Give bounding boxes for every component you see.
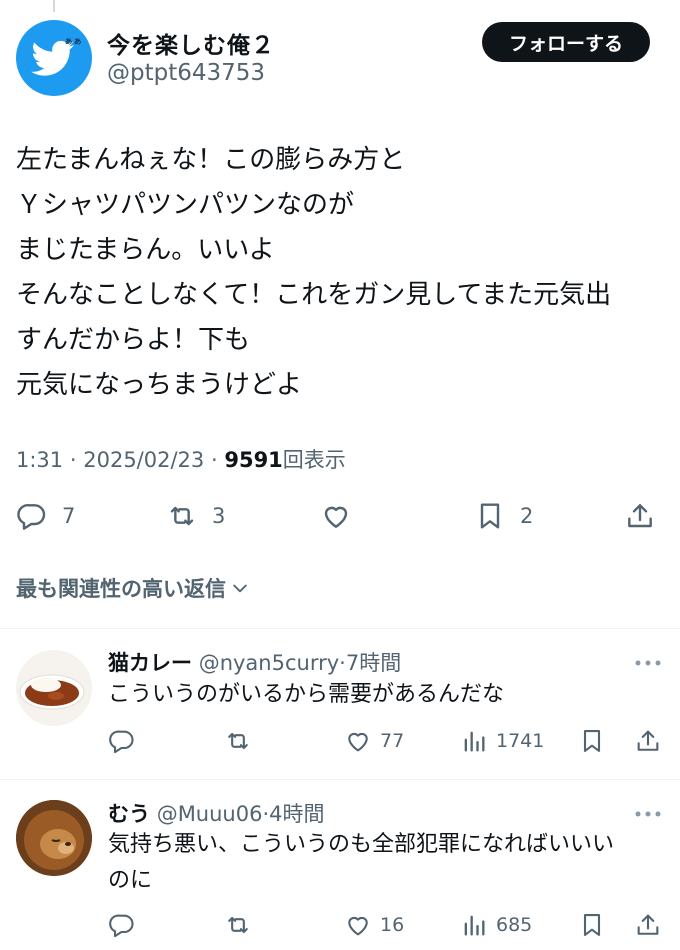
reply-text: 気持ち悪い、こういうのも全部犯罪になればいいい のに: [108, 827, 658, 899]
reply-item[interactable]: むう @Muuu06·4時間 気持ち悪い、こういうのも全部犯罪になればいいい の…: [0, 780, 680, 950]
author-handle[interactable]: @ptpt643753: [107, 60, 265, 86]
author-name[interactable]: 今を楽しむ俺２: [107, 26, 275, 60]
retweet-icon: [228, 916, 248, 934]
views-button[interactable]: 685: [460, 909, 532, 941]
more-options-icon[interactable]: [634, 658, 662, 668]
analytics-icon: [464, 915, 485, 936]
reply-count: 7: [62, 504, 76, 528]
reply-text: こういうのがいるから需要があるんだな: [108, 677, 658, 713]
retweet-icon: [228, 732, 248, 750]
bookmark-button[interactable]: [578, 909, 606, 941]
avatar[interactable]: [16, 800, 92, 876]
tweet-text-line: そんなことしなくて！これをガン見してまた元気出: [16, 280, 612, 310]
reply-author-name[interactable]: むう: [108, 802, 150, 826]
reply-time[interactable]: 7時間: [346, 651, 401, 675]
svg-text:ぁぁ: ぁぁ: [64, 37, 82, 47]
reply-sort-dropdown[interactable]: 最も関連性の高い返信: [16, 573, 250, 603]
reply-sort-label: 最も関連性の高い返信: [16, 577, 226, 601]
reply-button[interactable]: [108, 909, 136, 941]
bookmark-button[interactable]: 2: [474, 496, 533, 536]
reply-author-handle[interactable]: @nyan5curry: [199, 651, 339, 675]
share-icon: [628, 504, 652, 528]
reply-icon: [109, 914, 134, 938]
reply-actions: 16 685: [108, 909, 664, 941]
follow-button[interactable]: フォローする: [482, 22, 650, 62]
reply-button[interactable]: [108, 725, 136, 757]
retweet-count: 3: [212, 504, 226, 528]
reply-author-handle[interactable]: @Muuu06: [157, 802, 263, 826]
share-button[interactable]: [624, 496, 656, 536]
heart-icon: [324, 506, 348, 528]
reply-header: 猫カレー @nyan5curry·7時間: [108, 647, 401, 677]
tweet-text: 左たまんねぇな！この膨らみ方と Ｙシャツパツンパツンなのが まじたまらん。いいよ…: [16, 138, 664, 408]
views-button[interactable]: 1741: [460, 725, 544, 757]
reply-icon: [109, 730, 134, 754]
like-button[interactable]: 16: [344, 909, 404, 941]
view-count-label: 回表示: [282, 448, 346, 472]
heart-icon: [348, 732, 368, 752]
avatar[interactable]: [16, 650, 92, 726]
reply-item[interactable]: 猫カレー @nyan5curry·7時間 こういうのがいるから需要があるんだな …: [0, 629, 680, 779]
tweet-text-line: すんだからよ！下も: [16, 325, 251, 355]
retweet-button[interactable]: 3: [166, 496, 225, 536]
tweet-time[interactable]: 1:31: [16, 448, 63, 472]
reply-text-line: 気持ち悪い、こういうのも全部犯罪になればいいい: [108, 832, 615, 857]
tweet-text-line: 左たまんねぇな！この膨らみ方と: [16, 145, 406, 175]
meta-separator: ·: [69, 448, 77, 472]
view-count: 1741: [496, 730, 545, 752]
thread-line: [53, 0, 55, 12]
view-count: 9591: [224, 448, 283, 472]
reply-button[interactable]: 7: [16, 496, 75, 536]
retweet-button[interactable]: [224, 909, 252, 941]
share-icon: [637, 730, 659, 751]
chevron-down-icon: [233, 584, 247, 593]
analytics-icon: [464, 731, 485, 752]
bookmark-icon: [583, 730, 601, 752]
meta-separator: ·: [339, 651, 346, 675]
heart-icon: [348, 916, 368, 936]
lion-avatar-icon: [16, 800, 92, 876]
like-count: 16: [380, 914, 405, 936]
more-options-icon[interactable]: [634, 809, 662, 819]
retweet-icon: [170, 506, 194, 526]
bookmark-button[interactable]: [578, 725, 606, 757]
reply-icon: [17, 504, 46, 530]
tweet-text-line: まじたまらん。いいよ: [16, 235, 275, 265]
retweet-button[interactable]: [224, 725, 252, 757]
like-button[interactable]: [320, 496, 352, 536]
reply-actions: 77 1741: [108, 725, 664, 757]
avatar[interactable]: ぁぁ: [16, 20, 92, 96]
reply-text-line: こういうのがいるから需要があるんだな: [108, 682, 505, 707]
reply-text-line: のに: [108, 868, 153, 893]
tweet-author-header: ぁぁ 今を楽しむ俺２ @ptpt643753 フォローする: [16, 18, 664, 98]
bookmark-count: 2: [520, 504, 534, 528]
bookmark-icon: [583, 914, 601, 936]
share-button[interactable]: [634, 909, 662, 941]
reply-author-name[interactable]: 猫カレー: [108, 651, 192, 675]
view-count: 685: [496, 914, 533, 936]
curry-avatar-icon: [16, 650, 92, 726]
bird-icon: ぁぁ: [31, 37, 82, 76]
tweet-date[interactable]: 2025/02/23: [83, 448, 204, 472]
reply-time[interactable]: 4時間: [269, 802, 324, 826]
meta-separator: ·: [210, 448, 218, 472]
tweet-text-line: Ｙシャツパツンパツンなのが: [16, 190, 355, 220]
bookmark-icon: [480, 503, 500, 529]
like-button[interactable]: 77: [344, 725, 404, 757]
reply-header: むう @Muuu06·4時間: [108, 798, 325, 828]
like-count: 77: [380, 730, 405, 752]
tweet-text-line: 元気になっちまうけどよ: [16, 370, 303, 400]
tweet-meta: 1:31 · 2025/02/23 · 9591回表示: [16, 444, 346, 474]
share-icon: [637, 914, 659, 935]
tweet-actions: 7 3 2: [16, 496, 664, 536]
share-button[interactable]: [634, 725, 662, 757]
